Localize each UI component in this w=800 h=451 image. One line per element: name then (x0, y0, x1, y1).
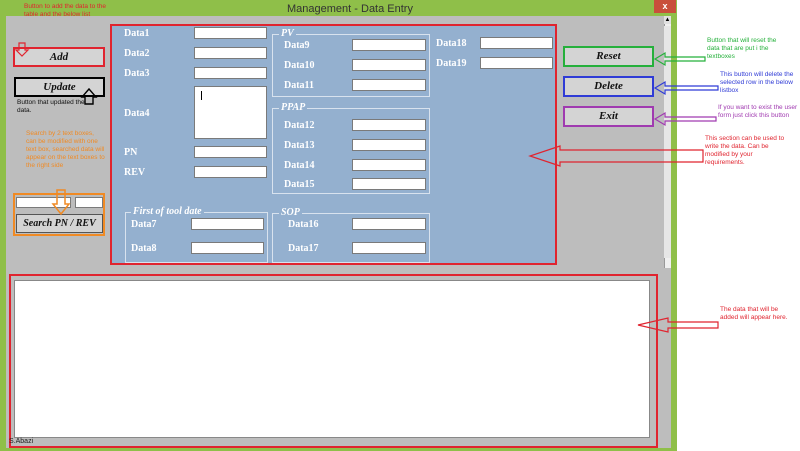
exit-button[interactable]: Exit (563, 106, 654, 127)
label-data3: Data3 (124, 68, 150, 79)
annotation-reset: Button that will reset the data that are… (707, 37, 777, 60)
data7-input[interactable] (191, 218, 264, 230)
data8-input[interactable] (191, 242, 264, 254)
label-data14: Data14 (284, 160, 315, 171)
close-button[interactable]: x (654, 0, 676, 13)
reset-button[interactable]: Reset (563, 46, 654, 67)
first-tool-date-title: First of tool date (131, 206, 204, 217)
scroll-up-icon[interactable]: ▲ (664, 16, 671, 24)
data10-input[interactable] (352, 59, 426, 71)
label-data19: Data19 (436, 58, 467, 69)
data4-textarea[interactable] (194, 86, 267, 139)
data14-input[interactable] (352, 159, 426, 171)
ppap-title: PPAP (279, 102, 308, 113)
data9-input[interactable] (352, 39, 426, 51)
label-data17: Data17 (288, 243, 319, 254)
data18-input[interactable] (480, 37, 553, 49)
annotation-exit: If you want to exist the user form just … (718, 104, 798, 119)
label-data9: Data9 (284, 40, 310, 51)
search-rev-input[interactable] (75, 197, 103, 208)
data19-input[interactable] (480, 57, 553, 69)
label-data16: Data16 (288, 219, 319, 230)
delete-button[interactable]: Delete (563, 76, 654, 97)
label-data12: Data12 (284, 120, 315, 131)
text-cursor (201, 91, 202, 100)
label-data11: Data11 (284, 80, 314, 91)
author-label: S.Abazi (9, 438, 34, 445)
annotation-section: This section can be used to write the da… (705, 135, 785, 166)
annotation-delete: This button will delete the selected row… (720, 71, 794, 94)
annotation-update: Button that updated the data. (17, 99, 85, 114)
data3-input[interactable] (194, 67, 267, 79)
pv-title: PV (279, 28, 296, 39)
data17-input[interactable] (352, 242, 426, 254)
data16-input[interactable] (352, 218, 426, 230)
sop-title: SOP (279, 207, 302, 218)
label-data8: Data8 (131, 243, 157, 254)
annotation-listbox: The data that will be added will appear … (720, 306, 788, 321)
annotation-search: Search by 2 text boxes, can be modified … (26, 130, 105, 169)
label-rev: REV (124, 167, 146, 178)
window-title: Management - Data Entry (287, 3, 413, 15)
label-data1: Data1 (124, 28, 150, 39)
label-data18: Data18 (436, 38, 467, 49)
label-pn: PN (124, 147, 138, 158)
label-data10: Data10 (284, 60, 315, 71)
search-pn-input[interactable] (16, 197, 71, 208)
search-button[interactable]: Search PN / REV (16, 214, 103, 233)
label-data4: Data4 (124, 108, 150, 119)
pn-input[interactable] (194, 146, 267, 158)
label-data2: Data2 (124, 48, 150, 59)
add-button[interactable]: Add (13, 47, 105, 67)
annotation-add: Button to add the data to the table and … (24, 3, 107, 18)
data1-input[interactable] (194, 27, 267, 39)
rev-input[interactable] (194, 166, 267, 178)
data12-input[interactable] (352, 119, 426, 131)
data-listbox[interactable] (14, 280, 650, 438)
scroll-thumb[interactable] (664, 26, 671, 258)
label-data13: Data13 (284, 140, 315, 151)
data15-input[interactable] (352, 178, 426, 190)
label-data7: Data7 (131, 219, 157, 230)
data11-input[interactable] (352, 79, 426, 91)
label-data15: Data15 (284, 179, 315, 190)
data13-input[interactable] (352, 139, 426, 151)
update-button[interactable]: Update (14, 77, 105, 97)
data2-input[interactable] (194, 47, 267, 59)
